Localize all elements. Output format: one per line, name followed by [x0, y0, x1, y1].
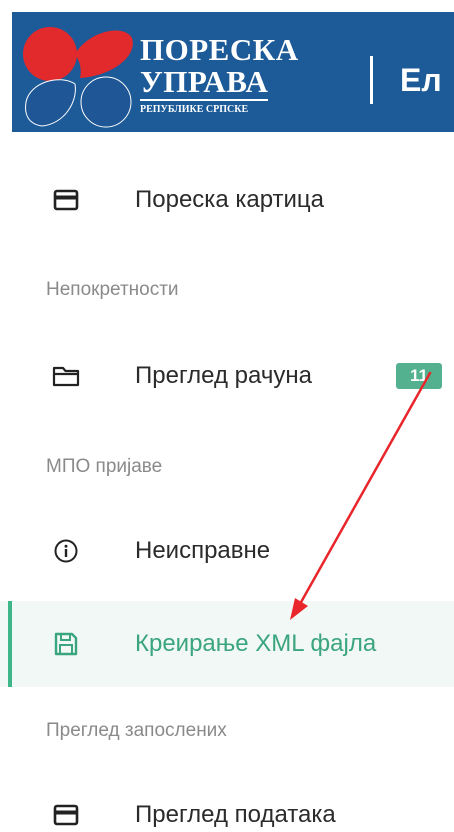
card-icon [52, 186, 80, 214]
menu-item-label: Неисправне [135, 537, 271, 564]
menu-item-label: Преглед података [135, 801, 336, 828]
active-indicator [8, 601, 12, 687]
brand-subtitle: РЕПУБЛИКЕ СРПСКЕ [140, 104, 249, 115]
card-icon [52, 801, 80, 829]
menu-item-label: Пореска картица [135, 186, 325, 213]
menu-item-label: Креирање XML фајла [135, 630, 377, 657]
menu-item-tax-card[interactable]: Пореска картица [0, 157, 454, 243]
section-title-mpo: МПО пријаве [46, 456, 163, 477]
section-title-real-estate: Непокретности [46, 279, 179, 300]
menu-item-data-overview[interactable]: Преглед података [0, 772, 454, 832]
brand-text: ПОРЕСКА УПРАВА РЕПУБЛИКЕ СРПСКЕ [140, 34, 299, 117]
header-divider [370, 56, 373, 104]
logo-icon [23, 27, 133, 128]
header-title: Ел [400, 62, 442, 98]
info-icon [52, 537, 80, 565]
count-badge: 11 [396, 363, 442, 389]
menu-item-label: Преглед рачуна [135, 362, 312, 389]
header-banner: ПОРЕСКА УПРАВА РЕПУБЛИКЕ СРПСКЕ Ел [12, 12, 454, 132]
section-title-employees: Преглед запослених [46, 720, 227, 741]
brand-line-2: УПРАВА [140, 64, 269, 101]
save-icon [52, 630, 80, 658]
menu-item-create-xml[interactable]: Креирање XML фајла [0, 601, 454, 687]
menu-item-invalid[interactable]: Неисправне [0, 508, 454, 594]
brand-line-1: ПОРЕСКА [140, 32, 299, 67]
folder-icon [52, 362, 80, 390]
menu-item-account-overview[interactable]: Преглед рачуна 11 [0, 333, 454, 419]
app-root: ПОРЕСКА УПРАВА РЕПУБЛИКЕ СРПСКЕ Ел Порес… [0, 0, 454, 832]
